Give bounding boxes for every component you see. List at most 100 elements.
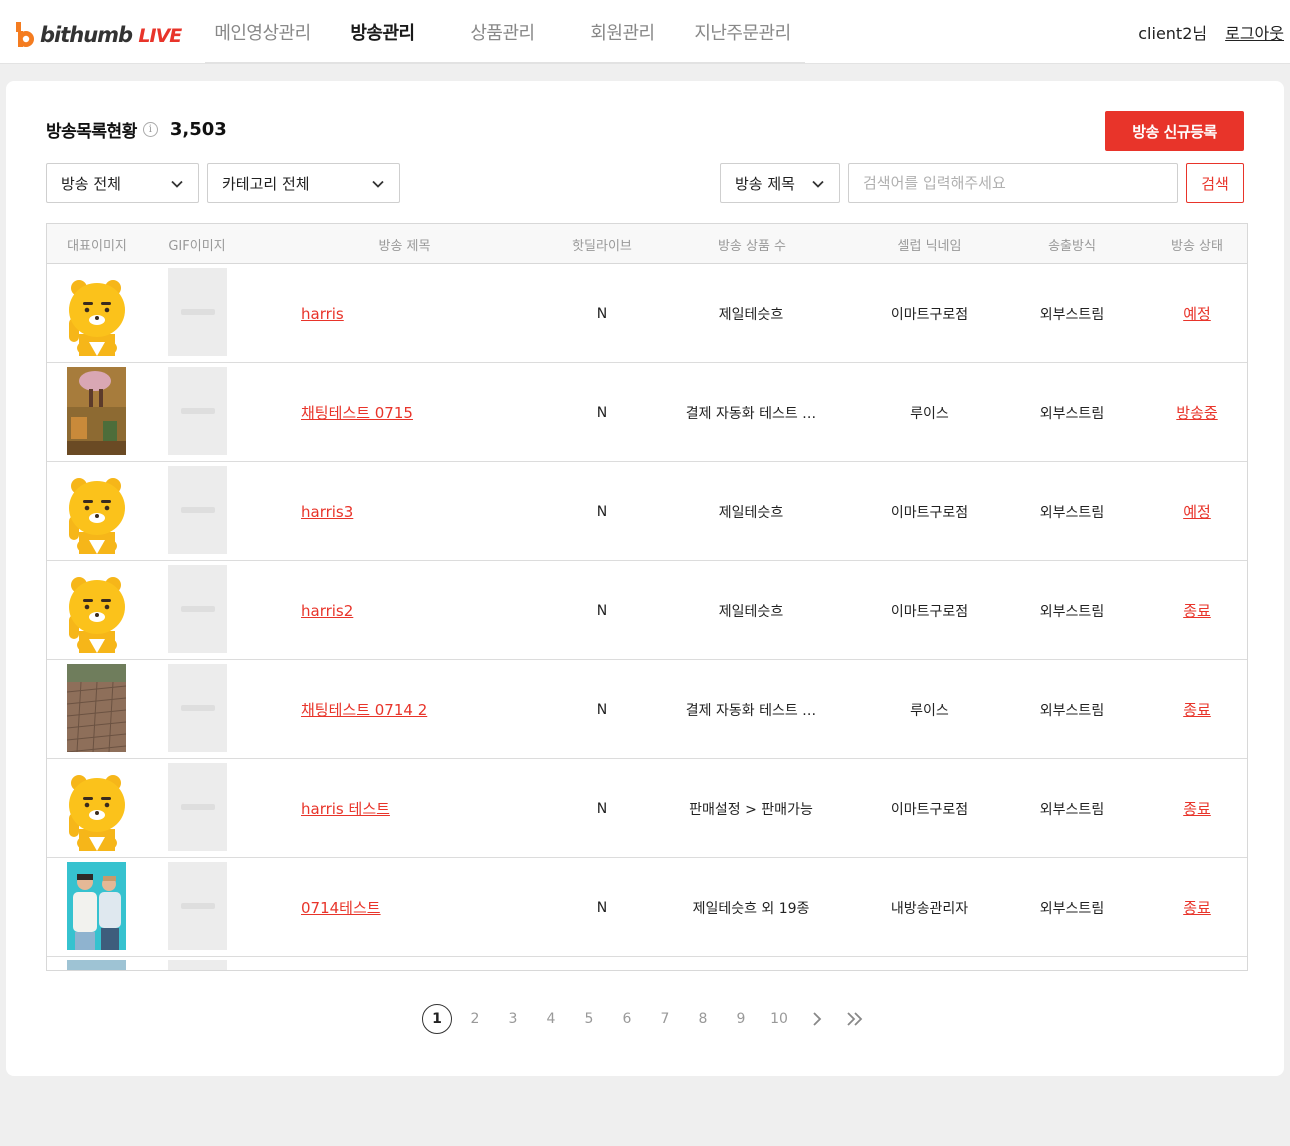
top-bar: bithumb LIVE 메인영상관리 방송관리 상품관리 회원관리 지난주문관… bbox=[0, 0, 1290, 64]
row-title-link[interactable]: harris3 bbox=[301, 462, 353, 561]
bithumb-live-watermark-icon bbox=[180, 408, 215, 414]
broadcast-filter-value: 방송 전체 bbox=[61, 174, 121, 193]
row-status: 예정 bbox=[1147, 462, 1247, 561]
row-title-link[interactable]: harris 테스트 bbox=[301, 759, 390, 858]
bithumb-live-logo[interactable]: bithumb LIVE bbox=[14, 20, 182, 50]
row-status: 방송중 bbox=[1147, 363, 1247, 462]
main-nav: 메인영상관리 방송관리 상품관리 회원관리 지난주문관리 bbox=[200, 0, 805, 64]
row-product-count: 결제 자동화 테스트 … bbox=[685, 405, 817, 422]
page-2[interactable]: 2 bbox=[456, 1003, 494, 1035]
row-title-link[interactable]: 채팅테스트 0715 bbox=[301, 363, 413, 462]
search-field-select[interactable]: 방송 제목 bbox=[720, 163, 840, 203]
row-status-link[interactable]: 예정 bbox=[1183, 303, 1211, 324]
category-filter-select[interactable]: 카테고리 전체 bbox=[207, 163, 400, 203]
info-icon[interactable]: i bbox=[142, 122, 158, 137]
last-page-button[interactable] bbox=[836, 1003, 874, 1035]
page-7[interactable]: 7 bbox=[646, 1003, 684, 1035]
row-hotdeal: N bbox=[596, 899, 608, 916]
page-3[interactable]: 3 bbox=[494, 1003, 532, 1035]
row-status-link[interactable]: 종료 bbox=[1183, 699, 1211, 720]
row-status: 종료 bbox=[1147, 660, 1247, 759]
nav-divider bbox=[205, 62, 805, 64]
nav-products[interactable]: 상품관리 bbox=[440, 0, 565, 64]
table-row: harris2 N 제일테슷흐 이마트구로점 외부스트림 종료 bbox=[47, 561, 1247, 660]
search-field-value: 방송 제목 bbox=[735, 174, 795, 193]
broadcast-table: 대표이미지 GIF이미지 방송 제목 핫딜라이브 방송 상품 수 셀럽 닉네임 … bbox=[46, 223, 1248, 971]
row-hotdeal: N bbox=[596, 404, 608, 421]
page-9[interactable]: 9 bbox=[722, 1003, 760, 1035]
broadcast-filter-select[interactable]: 방송 전체 bbox=[46, 163, 199, 203]
page-8[interactable]: 8 bbox=[684, 1003, 722, 1035]
row-stream-type: 외부스트림 bbox=[1039, 306, 1105, 323]
nav-broadcast[interactable]: 방송관리 bbox=[325, 0, 440, 64]
page-title: 방송목록현황 bbox=[46, 122, 137, 142]
row-celeb-nickname: 이마트구로점 bbox=[890, 801, 969, 818]
new-broadcast-button[interactable]: 방송 신규등록 bbox=[1105, 111, 1244, 151]
row-stream-type: 외부스트림 bbox=[1039, 900, 1105, 917]
header-product-count: 방송 상품 수 bbox=[717, 238, 787, 254]
row-status-link[interactable]: 방송중 bbox=[1176, 402, 1217, 423]
row-title-link[interactable]: 0714테스트 bbox=[301, 858, 381, 957]
header-celeb: 셀럽 닉네임 bbox=[897, 238, 962, 254]
row-celeb-nickname: 이마트구로점 bbox=[890, 306, 969, 323]
header-gif-image: GIF이미지 bbox=[168, 238, 226, 254]
row-celeb-nickname: 루이스 bbox=[910, 405, 949, 422]
page-1[interactable]: 1 bbox=[418, 1003, 456, 1035]
row-product-count: 제일테슷흐 외 19종 bbox=[692, 900, 810, 917]
category-filter-value: 카테고리 전체 bbox=[222, 174, 310, 193]
bithumb-live-watermark-icon bbox=[180, 705, 215, 711]
chevron-down-icon bbox=[372, 180, 384, 188]
row-product-count: 판매설정 > 판매가능 bbox=[689, 801, 813, 818]
pagination: 1 2 3 4 5 6 7 8 9 10 bbox=[418, 1003, 874, 1035]
row-gif-placeholder bbox=[168, 268, 227, 356]
table-row: 채팅테스트 0715 N 결제 자동화 테스트 … 루이스 외부스트림 방송중 bbox=[47, 363, 1247, 462]
next-page-button[interactable] bbox=[798, 1003, 836, 1035]
list-header: 방송목록현황 i 3,503 bbox=[46, 117, 227, 142]
nav-members[interactable]: 회원관리 bbox=[565, 0, 680, 64]
logout-link[interactable]: 로그아웃 bbox=[1225, 20, 1284, 44]
header-main-image: 대표이미지 bbox=[67, 238, 127, 254]
row-hotdeal: N bbox=[596, 701, 608, 718]
header-stream: 송출방식 bbox=[1048, 238, 1096, 254]
bithumb-live-watermark-icon bbox=[180, 903, 215, 909]
row-thumbnail bbox=[67, 960, 126, 970]
row-thumbnail bbox=[67, 862, 126, 950]
header-hotdeal: 핫딜라이브 bbox=[572, 238, 632, 254]
row-thumbnail bbox=[67, 268, 126, 356]
chevron-down-icon bbox=[171, 180, 183, 188]
nav-main-video[interactable]: 메인영상관리 bbox=[200, 0, 325, 64]
row-gif-placeholder bbox=[168, 763, 227, 851]
row-product-count: 제일테슷흐 bbox=[718, 306, 784, 323]
row-status-link[interactable]: 종료 bbox=[1183, 600, 1211, 621]
row-status-link[interactable]: 종료 bbox=[1183, 798, 1211, 819]
header-title: 방송 제목 bbox=[378, 238, 431, 254]
page-10[interactable]: 10 bbox=[760, 1003, 798, 1035]
row-title-link[interactable]: 채팅테스트 0714 2 bbox=[301, 660, 427, 759]
row-status: 종료 bbox=[1147, 759, 1247, 858]
page-6[interactable]: 6 bbox=[608, 1003, 646, 1035]
row-stream-type: 외부스트림 bbox=[1039, 405, 1105, 422]
search-button[interactable]: 검색 bbox=[1186, 163, 1244, 203]
table-row-partial bbox=[47, 957, 1247, 970]
nav-past-orders[interactable]: 지난주문관리 bbox=[680, 0, 805, 64]
total-count: 3,503 bbox=[169, 119, 227, 140]
page-5[interactable]: 5 bbox=[570, 1003, 608, 1035]
row-title-link[interactable]: harris bbox=[301, 264, 344, 363]
row-celeb-nickname: 내방송관리자 bbox=[890, 900, 969, 917]
row-status: 예정 bbox=[1147, 264, 1247, 363]
bithumb-live-watermark-icon bbox=[180, 804, 215, 810]
row-status: 종료 bbox=[1147, 561, 1247, 660]
row-title-link[interactable]: harris2 bbox=[301, 561, 353, 660]
row-status-link[interactable]: 예정 bbox=[1183, 501, 1211, 522]
row-gif-placeholder bbox=[168, 565, 227, 653]
row-status-link[interactable]: 종료 bbox=[1183, 897, 1211, 918]
logo-text: bithumb LIVE bbox=[40, 23, 182, 47]
row-hotdeal: N bbox=[596, 503, 608, 520]
bithumb-live-watermark-icon bbox=[180, 507, 215, 513]
search-input[interactable] bbox=[848, 163, 1178, 203]
bithumb-logo-icon bbox=[16, 22, 34, 47]
broadcast-list-card: 방송목록현황 i 3,503 방송 신규등록 방송 전체 카테고리 전체 방송 … bbox=[6, 81, 1284, 1076]
bithumb-live-watermark-icon bbox=[180, 606, 215, 612]
row-stream-type: 외부스트림 bbox=[1039, 801, 1105, 818]
page-4[interactable]: 4 bbox=[532, 1003, 570, 1035]
